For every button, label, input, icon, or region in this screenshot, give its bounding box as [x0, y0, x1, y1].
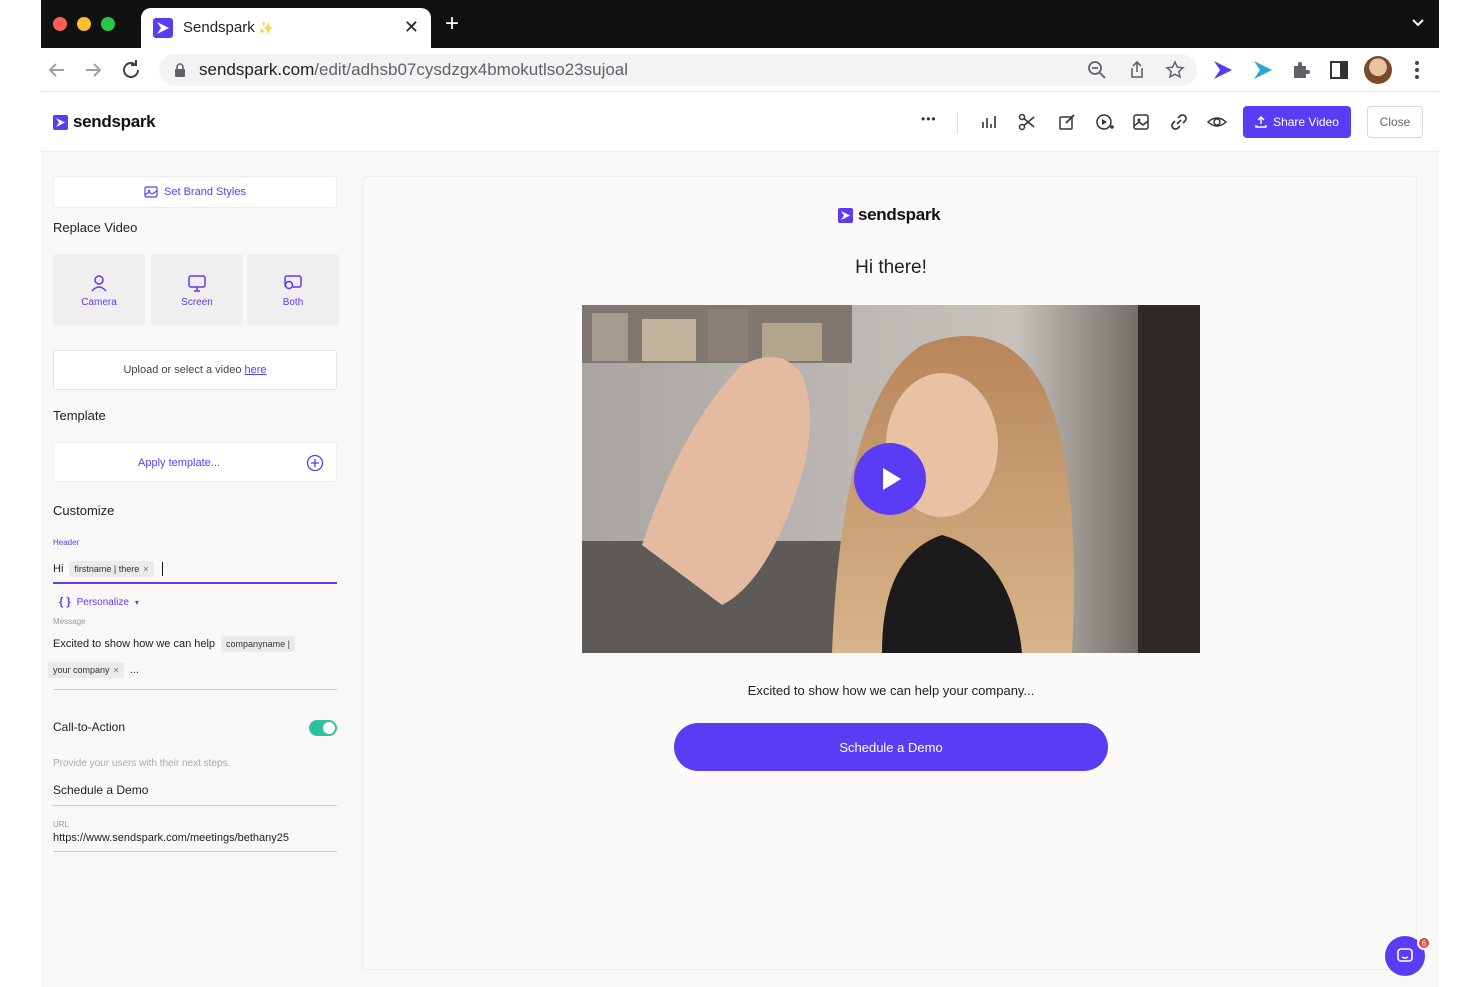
share-page-icon[interactable] [1127, 60, 1147, 80]
header-input[interactable]: Hi firstname | there × [53, 556, 337, 584]
upload-icon [1255, 116, 1267, 128]
thumbnail-icon[interactable] [1131, 112, 1151, 132]
header-divider [957, 112, 958, 134]
plus-circle-icon[interactable] [306, 454, 324, 472]
personalize-dropdown[interactable]: { } Personalize ▾ [59, 596, 139, 608]
preview-message: Excited to show how we can help your com… [747, 683, 1035, 698]
schedule-demo-button[interactable]: Schedule a Demo [674, 723, 1108, 771]
sendspark-favicon-icon [153, 18, 173, 38]
bookmark-star-icon[interactable] [1165, 60, 1185, 80]
message-field-label: Message [53, 617, 86, 626]
play-button[interactable] [854, 443, 926, 515]
replace-screen-option[interactable]: Screen [151, 254, 243, 326]
cta-heading: Call-to-Action [53, 720, 126, 734]
cta-row: Call-to-Action [53, 718, 337, 738]
minimize-window-button[interactable] [77, 17, 91, 31]
editor-sidebar: Set Brand Styles Replace Video Camera Sc… [48, 152, 339, 987]
back-arrow-icon[interactable] [45, 58, 69, 82]
address-bar-row: sendspark.com/edit/adhsb07cysdzgx4bmokut… [41, 48, 1439, 92]
cta-toggle[interactable] [309, 720, 337, 736]
puzzle-extensions-icon[interactable] [1289, 58, 1313, 82]
add-media-icon[interactable] [1095, 112, 1115, 132]
edit-icon[interactable] [1057, 112, 1077, 132]
chevron-down-icon[interactable] [1411, 16, 1425, 30]
toggle-knob [323, 722, 335, 734]
preview-logo: sendspark [838, 205, 941, 225]
link-icon[interactable] [1169, 112, 1189, 132]
sparkle-icon: ✨ [258, 21, 274, 35]
url-field-label: URL [53, 820, 70, 829]
lock-icon [175, 63, 185, 77]
customize-heading: Customize [53, 503, 115, 518]
forward-arrow-icon[interactable] [81, 58, 105, 82]
firstname-chip: firstname | there × [69, 561, 154, 577]
apply-template-select[interactable]: Apply template... [53, 442, 337, 482]
preview-greeting: Hi there! [855, 257, 927, 278]
close-window-button[interactable] [53, 17, 67, 31]
cta-text-input[interactable]: Schedule a Demo [53, 780, 337, 806]
sendspark-logo-icon [53, 114, 68, 130]
tab-title: Sendspark ✨ [183, 19, 274, 36]
preview-eye-icon[interactable] [1207, 112, 1227, 132]
share-video-button[interactable]: Share Video [1243, 106, 1351, 138]
editor-body: Set Brand Styles Replace Video Camera Sc… [41, 152, 1439, 987]
maximize-window-button[interactable] [101, 17, 115, 31]
header-field-label: Header [53, 538, 80, 547]
sendspark-alt-extension-icon[interactable] [1251, 58, 1275, 82]
companyname-chip-continued: your company × [48, 662, 124, 678]
person-icon [91, 274, 107, 292]
replace-video-heading: Replace Video [53, 220, 138, 235]
monitor-icon [188, 274, 206, 292]
address-bar[interactable]: sendspark.com/edit/adhsb07cysdzgx4bmokut… [159, 54, 1197, 86]
set-brand-styles-button[interactable]: Set Brand Styles [53, 176, 337, 208]
side-panel-icon[interactable] [1327, 58, 1351, 82]
message-input[interactable]: Excited to show how we can help companyn… [48, 632, 337, 690]
tab-close-button[interactable]: ✕ [404, 17, 419, 38]
chat-bubble-icon [1397, 948, 1413, 962]
remove-chip-button[interactable]: × [114, 665, 119, 675]
replace-both-option[interactable]: Both [247, 254, 339, 326]
message-line: your company × ... [48, 662, 139, 678]
palette-icon [144, 186, 158, 198]
tab-strip: Sendspark ✨ ✕ + [41, 0, 1439, 48]
cta-url-input[interactable]: https://www.sendspark.com/meetings/betha… [53, 832, 337, 852]
replace-camera-option[interactable]: Camera [53, 254, 145, 326]
sendspark-logo-icon [838, 207, 853, 223]
sendspark-logo[interactable]: sendspark [53, 112, 156, 132]
zoom-icon[interactable] [1087, 60, 1107, 80]
remove-chip-button[interactable]: × [143, 564, 148, 574]
url-text: sendspark.com/edit/adhsb07cysdzgx4bmokut… [199, 60, 629, 79]
close-button[interactable]: Close [1367, 106, 1423, 138]
kebab-menu-icon[interactable] [1405, 58, 1429, 82]
reload-icon[interactable] [119, 58, 143, 82]
play-icon [883, 468, 901, 490]
more-options-button[interactable]: ••• [921, 112, 937, 126]
video-player[interactable] [582, 305, 1200, 653]
notification-badge: 6 [1417, 936, 1431, 950]
text-cursor [161, 562, 163, 576]
scissors-icon[interactable] [1017, 112, 1037, 132]
cta-hint: Provide your users with their next steps… [53, 758, 231, 769]
braces-icon: { } [59, 596, 71, 608]
profile-avatar[interactable] [1364, 56, 1392, 84]
upload-here-link[interactable]: here [244, 364, 266, 376]
sendspark-extension-icon[interactable] [1211, 58, 1235, 82]
browser-tab-sendspark[interactable]: Sendspark ✨ ✕ [141, 8, 431, 48]
screen-camera-icon [284, 274, 302, 289]
upload-video-area[interactable]: Upload or select a video here [53, 350, 337, 390]
analytics-icon[interactable] [979, 112, 999, 132]
app-header: sendspark ••• Share Video Close [41, 92, 1439, 152]
new-tab-button[interactable]: + [445, 12, 459, 36]
companyname-chip: companyname | [221, 636, 295, 652]
template-heading: Template [53, 408, 106, 423]
message-line: Excited to show how we can help companyn… [53, 636, 295, 652]
browser-window: Sendspark ✨ ✕ + sendspark.com/edit/adhsb0… [41, 0, 1439, 987]
caret-down-icon: ▾ [134, 597, 139, 607]
video-page-preview: sendspark Hi there! Excited to show how … [363, 176, 1417, 970]
